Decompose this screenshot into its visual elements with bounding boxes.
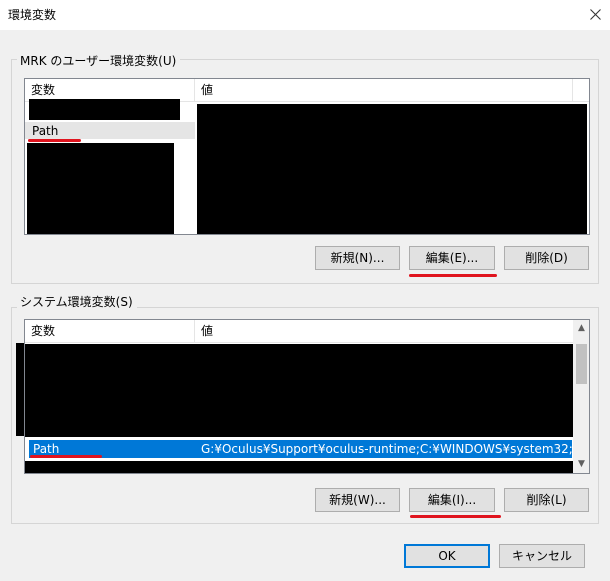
system-vars-scrollbar[interactable]: ▲ ▼ bbox=[573, 320, 589, 473]
system-vars-list-header: 変数 値 bbox=[25, 320, 589, 343]
title-bar: 環境変数 bbox=[0, 0, 610, 30]
user-col-separator-2[interactable] bbox=[572, 79, 573, 101]
user-delete-button[interactable]: 削除(D) bbox=[504, 246, 589, 270]
redacted-block bbox=[16, 343, 24, 436]
scroll-up-icon[interactable]: ▲ bbox=[573, 320, 589, 337]
system-col-value[interactable]: 値 bbox=[195, 320, 575, 342]
ok-button[interactable]: OK bbox=[404, 544, 490, 568]
system-edit-button[interactable]: 編集(I)... bbox=[409, 488, 495, 512]
user-vars-group-label: MRK のユーザー環境変数(U) bbox=[17, 52, 181, 69]
annotation-underline bbox=[28, 139, 81, 142]
close-icon bbox=[589, 9, 601, 20]
user-vars-list[interactable]: 変数 値 Path bbox=[24, 78, 590, 235]
redacted-block bbox=[25, 461, 573, 473]
annotation-underline bbox=[409, 274, 497, 277]
redacted-block bbox=[197, 104, 587, 234]
system-col-variable[interactable]: 変数 bbox=[25, 320, 195, 342]
annotation-underline bbox=[30, 455, 102, 458]
system-path-value: G:¥Oculus¥Support¥oculus-runtime;C:¥WIND… bbox=[201, 442, 572, 456]
user-edit-button[interactable]: 編集(E)... bbox=[409, 246, 495, 270]
annotation-underline bbox=[410, 515, 501, 518]
system-path-row[interactable]: Path G:¥Oculus¥Support¥oculus-runtime;C:… bbox=[29, 440, 572, 458]
user-col-value[interactable]: 値 bbox=[195, 79, 575, 101]
scroll-down-icon[interactable]: ▼ bbox=[573, 456, 589, 473]
user-col-variable[interactable]: 変数 bbox=[25, 79, 195, 101]
redacted-block bbox=[27, 143, 174, 234]
window-title: 環境変数 bbox=[8, 8, 57, 22]
system-vars-list[interactable]: 変数 値 Path G:¥Oculus¥Support¥oculus-runti… bbox=[24, 319, 590, 474]
redacted-block bbox=[29, 99, 180, 120]
system-new-button[interactable]: 新規(W)... bbox=[315, 488, 400, 512]
cancel-button[interactable]: キャンセル bbox=[499, 544, 585, 568]
redacted-block bbox=[25, 344, 573, 437]
user-path-name: Path bbox=[32, 124, 59, 138]
scroll-thumb[interactable] bbox=[576, 344, 587, 384]
system-delete-button[interactable]: 削除(L) bbox=[504, 488, 589, 512]
user-new-button[interactable]: 新規(N)... bbox=[315, 246, 400, 270]
close-button[interactable] bbox=[580, 0, 610, 30]
system-vars-group-label: システム環境変数(S) bbox=[17, 293, 137, 310]
